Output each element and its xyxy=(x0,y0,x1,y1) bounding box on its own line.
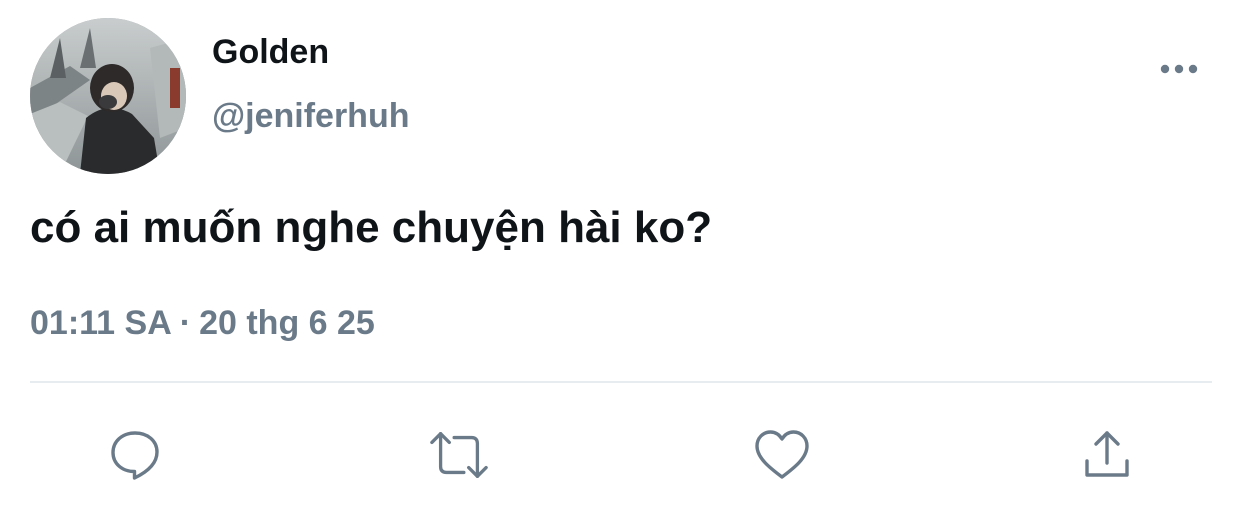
more-options-button[interactable] xyxy=(1154,54,1204,84)
tweet-time: 01:11 SA xyxy=(30,304,172,342)
share-upload-icon xyxy=(1085,431,1129,477)
heart-icon xyxy=(755,430,809,479)
share-button[interactable] xyxy=(1076,424,1138,486)
retweet-button[interactable] xyxy=(428,424,490,486)
tweet-timestamp[interactable]: 01:11 SA · 20 thg 6 25 xyxy=(30,302,375,344)
retweet-icon xyxy=(430,432,488,478)
meta-separator: · xyxy=(179,304,192,342)
tweet-date: 20 thg 6 25 xyxy=(199,304,375,342)
tweet-text: có ai muốn nghe chuyện hài ko? xyxy=(30,203,713,252)
avatar-photo xyxy=(30,18,186,174)
like-button[interactable] xyxy=(751,424,813,486)
avatar[interactable] xyxy=(30,18,186,174)
more-horizontal-icon xyxy=(1160,64,1198,74)
display-name[interactable]: Golden xyxy=(212,32,329,72)
reply-button[interactable] xyxy=(104,424,166,486)
reply-bubble-icon xyxy=(111,431,159,480)
divider xyxy=(30,381,1212,383)
username-handle[interactable]: @jeniferhuh xyxy=(212,96,410,136)
